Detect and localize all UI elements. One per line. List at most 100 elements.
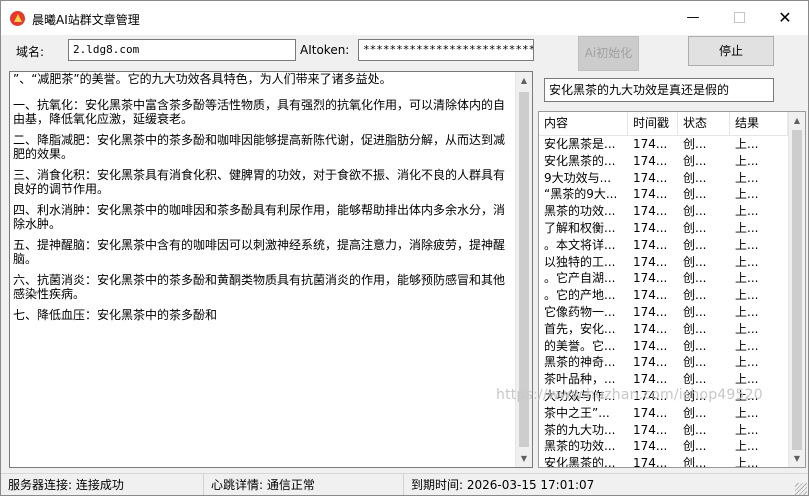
status-expire: 到期时间: 2026-03-15 17:01:07 xyxy=(411,478,595,492)
status-heartbeat: 心跳详情: 通信正常 xyxy=(204,474,404,495)
maximize-button[interactable] xyxy=(716,1,762,35)
article-paragraph: 三、消食化积：安化黑茶具有消食化积、健脾胃的功效，对于食欲不振、消化不良的人群具… xyxy=(13,168,506,196)
table-cell: 创... xyxy=(683,456,707,467)
table-cell: 上... xyxy=(735,170,759,185)
table-row[interactable]: 茶的九大功... 174... 创... 上... xyxy=(539,422,790,439)
table-cell: “黑茶的9大... xyxy=(544,187,618,202)
maximize-icon xyxy=(733,12,745,23)
table-cell: 创... xyxy=(683,153,707,168)
table-cell: 174... xyxy=(633,237,668,252)
list-scroll-up-arrow-icon[interactable]: ▲ xyxy=(789,112,805,129)
table-row[interactable]: 安化黑茶是... 174... 创... 上... xyxy=(539,136,790,153)
table-cell: 茶中之王”... xyxy=(544,405,610,420)
table-cell: 174... xyxy=(633,187,668,202)
table-row[interactable]: 以独特的工... 174... 创... 上... xyxy=(539,254,790,271)
task-listview[interactable]: 内容 时间戳 状态 结果 安化黑茶是... 174... 创... 上... 安化黑茶的… xyxy=(538,111,806,468)
table-row[interactable]: 。它的产地... 174... 创... 上... xyxy=(539,287,790,304)
table-cell: 创... xyxy=(683,422,707,437)
table-cell: 174... xyxy=(633,170,668,185)
table-cell: 174... xyxy=(633,137,668,151)
table-row[interactable]: 黑茶的神奇... 174... 创... 上... xyxy=(539,354,790,371)
table-cell: 174... xyxy=(633,355,668,370)
table-cell: 创... xyxy=(683,220,707,235)
list-scroll-down-arrow-icon[interactable]: ▼ xyxy=(789,450,805,467)
table-cell: 创... xyxy=(683,137,707,151)
table-row[interactable]: 黑茶的功效... 174... 创... 上... xyxy=(539,438,790,455)
table-row[interactable]: 。它产自湖... 174... 创... 上... xyxy=(539,270,790,287)
article-textarea[interactable]: ”、“减肥茶”的美誉。它的九大功效各具特色，为人们带来了诸多益处。 一、抗氧化：… xyxy=(9,71,533,468)
article-content: ”、“减肥茶”的美誉。它的九大功效各具特色，为人们带来了诸多益处。 一、抗氧化：… xyxy=(13,72,507,329)
table-row[interactable]: 茶叶品种，... 174... 创... 上... xyxy=(539,371,790,388)
table-cell: 它像药物一... xyxy=(544,304,616,319)
article-paragraph: 七、降低血压：安化黑茶中的茶多酚和 xyxy=(13,308,218,322)
table-row[interactable]: 茶中之王”... 174... 创... 上... xyxy=(539,405,790,422)
table-cell: 上... xyxy=(735,254,759,269)
article-paragraph: 二、降脂减肥：安化黑茶中的茶多酚和咖啡因能够提高新陈代谢，促进脂肪分解，从而达到… xyxy=(13,133,506,161)
ai-init-button[interactable]: Ai初始化 xyxy=(578,36,639,71)
table-cell: 上... xyxy=(735,355,759,370)
table-cell: 174... xyxy=(633,254,668,269)
table-row[interactable]: “黑茶的9大... 174... 创... 上... xyxy=(539,186,790,203)
scroll-up-arrow-icon[interactable]: ▲ xyxy=(516,72,532,89)
listview-scrollbar-thumb[interactable] xyxy=(792,130,802,450)
table-cell: 茶叶品种，... xyxy=(544,372,616,387)
table-cell: 上... xyxy=(735,439,759,454)
table-cell: 上... xyxy=(735,405,759,420)
table-cell: 174... xyxy=(633,422,668,437)
table-cell: 174... xyxy=(633,304,668,319)
table-cell: 创... xyxy=(683,338,707,353)
table-row[interactable]: 它像药物一... 174... 创... 上... xyxy=(539,304,790,321)
table-row[interactable]: 的美誉。它... 174... 创... 上... xyxy=(539,338,790,355)
table-row[interactable]: 首先，安化... 174... 创... 上... xyxy=(539,321,790,338)
column-header-content[interactable]: 内容 xyxy=(539,112,628,135)
table-row[interactable]: 安化黑茶的... 174... 创... 上... xyxy=(539,153,790,170)
table-cell: 上... xyxy=(735,204,759,219)
table-cell: 以独特的工... xyxy=(544,254,616,269)
article-paragraph: 五、提神醒脑：安化黑茶中含有的咖啡因可以刺激神经系统，提高注意力，消除疲劳，提神… xyxy=(13,238,506,266)
table-cell: 上... xyxy=(735,456,759,467)
table-cell: 上... xyxy=(735,137,759,151)
article-paragraph: ”、“减肥茶”的美誉。它的九大功效各具特色，为人们带来了诸多益处。 xyxy=(13,72,392,86)
table-row[interactable]: 。本文将详... 174... 创... 上... xyxy=(539,237,790,254)
resize-grip-icon[interactable] xyxy=(795,483,807,495)
table-cell: 上... xyxy=(735,304,759,319)
stop-button[interactable]: 停止 xyxy=(688,36,774,66)
table-cell: 174... xyxy=(633,405,668,420)
table-cell: 上... xyxy=(735,321,759,336)
table-cell: 黑茶的功效... xyxy=(544,204,616,219)
table-row[interactable]: 黑茶的功效... 174... 创... 上... xyxy=(539,203,790,220)
article-scrollbar[interactable]: ▲ ▼ xyxy=(515,72,532,467)
table-cell: 黑茶的神奇... xyxy=(544,355,616,370)
table-cell: 上... xyxy=(735,271,759,286)
table-cell: 上... xyxy=(735,422,759,437)
listview-scrollbar[interactable]: ▲ ▼ xyxy=(788,112,805,467)
table-cell: 174... xyxy=(633,220,668,235)
token-input[interactable]: ************************************* xyxy=(358,39,534,61)
table-cell: 174... xyxy=(633,456,668,467)
article-paragraph: 一、抗氧化：安化黑茶中富含茶多酚等活性物质，具有强烈的抗氧化作用，可以清除体内的… xyxy=(13,98,506,126)
minimize-button[interactable]: — xyxy=(670,1,716,35)
table-cell: 安化黑茶的... xyxy=(544,153,616,168)
table-cell: 174... xyxy=(633,321,668,336)
table-cell: 首先，安化... xyxy=(544,321,616,336)
domain-input[interactable]: 2.ldg8.com xyxy=(68,39,296,61)
status-bar: 服务器连接: 连接成功 心跳详情: 通信正常 到期时间: 2026-03-15 … xyxy=(1,473,808,495)
table-row[interactable]: 了解和权衡... 174... 创... 上... xyxy=(539,220,790,237)
table-cell: 创... xyxy=(683,439,707,454)
column-header-result[interactable]: 结果 xyxy=(730,112,788,135)
table-cell: 174... xyxy=(633,439,668,454)
table-row[interactable]: 9大功效与... 174... 创... 上... xyxy=(539,170,790,187)
close-button[interactable]: ✕ xyxy=(762,1,808,35)
table-cell: 创... xyxy=(683,204,707,219)
column-header-status[interactable]: 状态 xyxy=(678,112,730,135)
token-label: AItoken: xyxy=(300,43,350,57)
scroll-down-arrow-icon[interactable]: ▼ xyxy=(516,450,532,467)
column-header-timestamp[interactable]: 时间戳 xyxy=(628,112,678,135)
watermark-text: https://www.huzhan.com/ishop49520 xyxy=(496,387,763,403)
table-cell: 创... xyxy=(683,321,707,336)
listview-body: 安化黑茶是... 174... 创... 上... 安化黑茶的... 174... 创...… xyxy=(539,136,790,467)
table-cell: 创... xyxy=(683,372,707,387)
keyword-input[interactable]: 安化黑茶的九大功效是真还是假的 xyxy=(544,78,774,102)
table-cell: 创... xyxy=(683,271,707,286)
table-row[interactable]: 安化黑茶的... 174... 创... 上... xyxy=(539,455,790,467)
